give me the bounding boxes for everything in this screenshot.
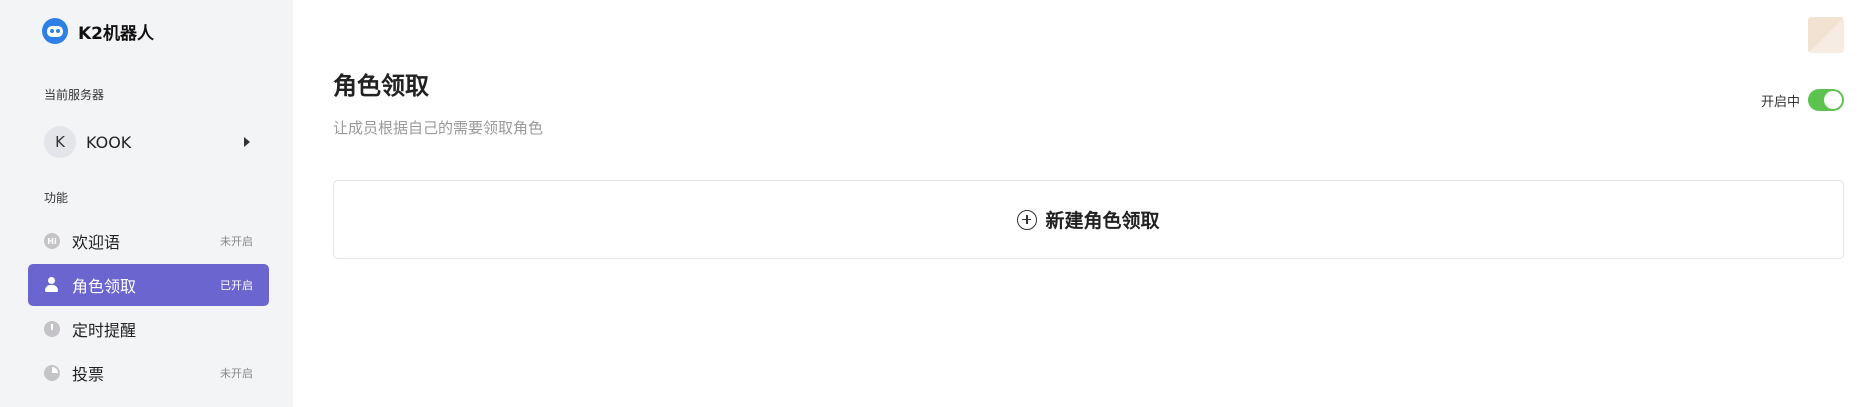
sidebar: K2机器人 当前服务器 K KOOK 功能 Hi 欢迎语 未开启 角色领取 已开… bbox=[0, 0, 293, 407]
timer-icon bbox=[44, 321, 60, 337]
caret-right-icon bbox=[244, 137, 250, 147]
server-section-label: 当前服务器 bbox=[44, 88, 105, 102]
server-avatar: K bbox=[44, 126, 76, 158]
user-avatar[interactable] bbox=[1808, 17, 1844, 53]
sidebar-item-status: 未开启 bbox=[220, 367, 253, 380]
sidebar-item-label: 角色领取 bbox=[72, 277, 137, 296]
page-title: 角色领取 bbox=[333, 72, 429, 100]
new-role-claim-label: 新建角色领取 bbox=[1045, 210, 1160, 232]
server-name: KOOK bbox=[86, 132, 132, 152]
new-role-claim-button[interactable]: 新建角色领取 bbox=[333, 180, 1844, 259]
feature-menu: Hi 欢迎语 未开启 角色领取 已开启 定时提醒 投票 未开启 bbox=[28, 220, 269, 396]
toggle-label: 开启中 bbox=[1760, 94, 1800, 110]
sidebar-item-vote[interactable]: 投票 未开启 bbox=[28, 352, 269, 394]
plus-circle-icon bbox=[1017, 209, 1038, 230]
app-root: K2机器人 当前服务器 K KOOK 功能 Hi 欢迎语 未开启 角色领取 已开… bbox=[0, 0, 1871, 407]
hi-icon: Hi bbox=[44, 233, 60, 249]
page-subtitle: 让成员根据自己的需要领取角色 bbox=[333, 119, 544, 137]
toggle-knob bbox=[1824, 91, 1842, 109]
sidebar-item-label: 投票 bbox=[72, 365, 105, 384]
sidebar-item-status: 已开启 bbox=[220, 279, 253, 292]
feature-enable-toggle[interactable] bbox=[1808, 89, 1844, 111]
server-selector[interactable]: K KOOK bbox=[44, 125, 256, 159]
features-section-label: 功能 bbox=[44, 191, 69, 205]
pie-chart-icon bbox=[44, 365, 60, 381]
sidebar-item-welcome[interactable]: Hi 欢迎语 未开启 bbox=[28, 220, 269, 262]
sidebar-item-status: 未开启 bbox=[220, 235, 253, 248]
sidebar-item-timed-reminder[interactable]: 定时提醒 bbox=[28, 308, 269, 350]
feature-toggle-group: 开启中 bbox=[1761, 89, 1844, 111]
sidebar-item-label: 定时提醒 bbox=[72, 321, 137, 340]
sidebar-item-label: 欢迎语 bbox=[72, 233, 121, 252]
app-name: K2机器人 bbox=[78, 23, 155, 44]
robot-logo-icon bbox=[42, 18, 68, 44]
brand[interactable]: K2机器人 bbox=[42, 18, 154, 44]
sidebar-item-role-claim[interactable]: 角色领取 已开启 bbox=[28, 264, 269, 306]
main-content: 角色领取 让成员根据自己的需要领取角色 开启中 新建角色领取 bbox=[293, 0, 1871, 407]
user-role-icon bbox=[44, 277, 60, 293]
